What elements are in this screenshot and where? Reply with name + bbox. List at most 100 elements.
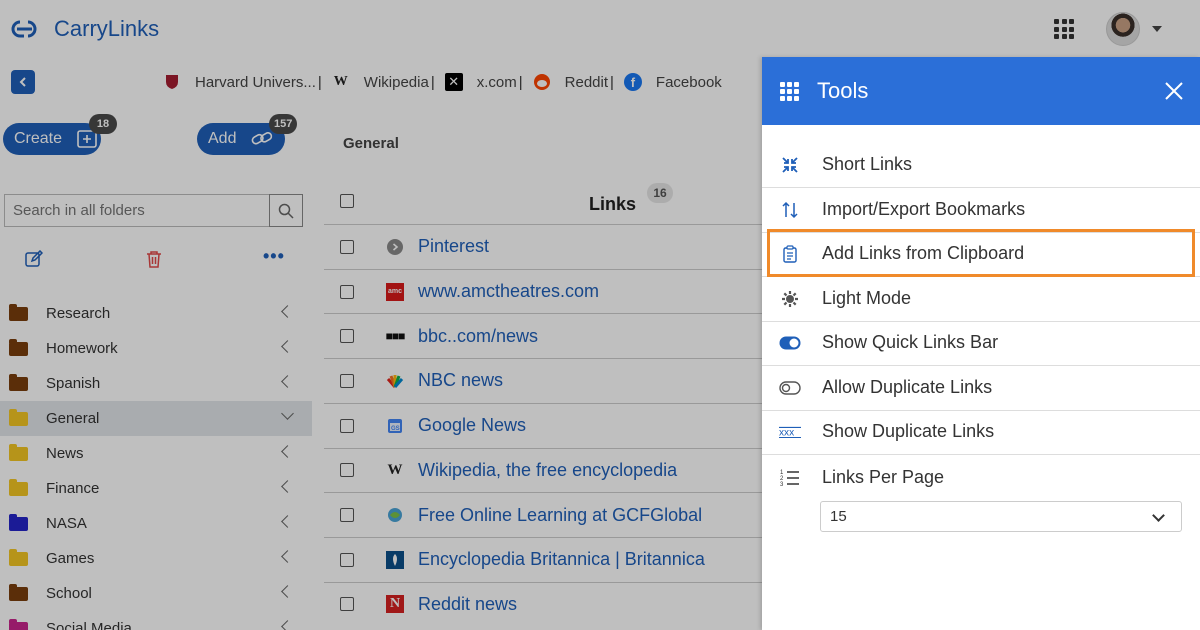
tool-links-per-page[interactable]: 1 2 3 Links Per Page (762, 455, 1200, 500)
folder-item[interactable]: General (0, 401, 312, 436)
links-per-page-select[interactable]: 15 (820, 501, 1182, 532)
chevron-left-icon[interactable] (281, 550, 294, 563)
tools-title: Tools (817, 78, 869, 103)
bookmark-label: Facebook (655, 73, 722, 91)
folder-name: Homework (46, 340, 118, 357)
compress-arrows-icon (779, 155, 801, 175)
create-label: Create (14, 130, 63, 147)
chevron-left-icon[interactable] (281, 305, 294, 318)
link-title[interactable]: www.amctheatres.com (418, 281, 599, 302)
chevron-left-icon[interactable] (281, 445, 294, 458)
chevron-left-icon[interactable] (281, 480, 294, 493)
link-checkbox[interactable] (340, 597, 354, 612)
add-link-button[interactable]: Add 157 (197, 114, 298, 155)
bookmark-wikipedia[interactable]: W Wikipedia | (332, 73, 445, 91)
folder-icon (9, 373, 28, 391)
tool-light-mode[interactable]: Light Mode (762, 277, 1200, 322)
collapse-sidebar-button[interactable] (11, 70, 35, 94)
chevron-left-icon[interactable] (281, 585, 294, 598)
folder-name: General (46, 410, 100, 427)
link-row: N Reddit news (324, 581, 774, 627)
link-row: amc www.amctheatres.com (324, 268, 774, 314)
harvard-shield-icon (163, 73, 181, 91)
link-checkbox[interactable] (340, 418, 354, 433)
chevron-left-icon[interactable] (281, 375, 294, 388)
link-checkbox[interactable] (340, 552, 354, 567)
bookmark-label: Reddit (564, 73, 608, 91)
folder-item[interactable]: News (0, 436, 312, 471)
folder-name: News (46, 445, 84, 462)
link-title[interactable]: Wikipedia, the free encyclopedia (418, 460, 677, 481)
link-title[interactable]: bbc..com/news (418, 326, 538, 347)
bookmark-x[interactable]: ✕ x.com | (444, 73, 533, 91)
folder-search-input[interactable] (4, 194, 269, 227)
link-row: Free Online Learning at GCFGlobal (324, 492, 774, 537)
wikipedia-w-icon: W (333, 74, 348, 89)
tool-show-quick-links-bar[interactable]: Show Quick Links Bar (762, 321, 1200, 366)
link-row: Pinterest (324, 224, 774, 269)
folder-icon (9, 583, 28, 601)
chevron-down-icon[interactable] (281, 407, 294, 420)
bookmark-harvard[interactable]: Harvard Univers... | (163, 73, 332, 91)
tool-show-duplicate-links[interactable]: xxx Show Duplicate Links (762, 410, 1200, 455)
tools-grid-icon (780, 81, 799, 101)
tool-label: Links Per Page (822, 466, 945, 487)
n-logo-icon: N (386, 595, 404, 614)
add-label: Add (208, 130, 237, 147)
more-options-icon[interactable]: ••• (263, 246, 285, 267)
numbered-list-icon: 123 (779, 467, 801, 487)
link-title[interactable]: Free Online Learning at GCFGlobal (418, 505, 702, 526)
trash-icon[interactable] (146, 250, 162, 268)
breadcrumb: General (343, 135, 399, 152)
tool-short-links[interactable]: Short Links (762, 143, 1200, 188)
chevron-left-icon[interactable] (281, 620, 294, 630)
link-row: ■■■ bbc..com/news (324, 313, 774, 358)
link-checkbox[interactable] (340, 329, 354, 344)
link-title[interactable]: Pinterest (418, 236, 489, 257)
link-title[interactable]: Reddit news (418, 594, 517, 615)
link-title[interactable]: Encyclopedia Britannica | Britannica (418, 549, 705, 570)
nbc-peacock-icon (386, 372, 404, 390)
links-per-page-value: 15 (830, 508, 847, 525)
apps-grid-icon[interactable] (1054, 19, 1074, 39)
folder-icon (9, 513, 28, 531)
tool-import-export-bookmarks[interactable]: Import/Export Bookmarks (762, 188, 1200, 233)
create-folder-button[interactable]: Create 18 (3, 114, 117, 155)
link-title[interactable]: NBC news (418, 370, 503, 391)
folder-name: Games (46, 550, 95, 567)
tool-allow-duplicate-links[interactable]: Allow Duplicate Links (762, 366, 1200, 411)
folder-item[interactable]: Homework (0, 331, 312, 366)
link-title[interactable]: Google News (418, 415, 526, 436)
folder-item[interactable]: School (0, 576, 312, 611)
bookmark-facebook[interactable]: f Facebook (623, 73, 722, 91)
select-all-checkbox[interactable] (340, 194, 354, 208)
link-checkbox[interactable] (340, 239, 354, 254)
logo[interactable]: CarryLinks (8, 16, 159, 42)
folder-item[interactable]: NASA (0, 506, 312, 541)
folder-item[interactable]: Finance (0, 471, 312, 506)
link-checkbox[interactable] (340, 463, 354, 478)
chevron-left-icon[interactable] (281, 340, 294, 353)
link-checkbox[interactable] (340, 508, 354, 523)
search-icon (278, 203, 294, 219)
close-icon[interactable] (1164, 81, 1184, 101)
svg-text:GS: GS (391, 426, 400, 432)
bookmark-reddit[interactable]: Reddit | (533, 73, 624, 91)
chevron-left-icon[interactable] (281, 515, 294, 528)
link-checkbox[interactable] (340, 284, 354, 299)
folder-item[interactable]: Research (0, 296, 312, 331)
svg-text:3: 3 (780, 482, 784, 486)
carrylinks-logo-icon (11, 20, 37, 38)
folder-item[interactable]: Social Media (0, 611, 312, 630)
folder-name: NASA (46, 515, 87, 532)
up-down-arrows-icon (779, 200, 801, 220)
folder-icon (9, 303, 28, 321)
folder-item[interactable]: Spanish (0, 366, 312, 401)
link-checkbox[interactable] (340, 373, 354, 388)
edit-icon[interactable] (25, 250, 43, 268)
user-avatar[interactable] (1106, 12, 1140, 46)
chevron-down-icon[interactable] (1152, 26, 1162, 32)
tool-label: Show Quick Links Bar (822, 332, 999, 353)
search-button[interactable] (269, 194, 303, 227)
folder-item[interactable]: Games (0, 541, 312, 576)
